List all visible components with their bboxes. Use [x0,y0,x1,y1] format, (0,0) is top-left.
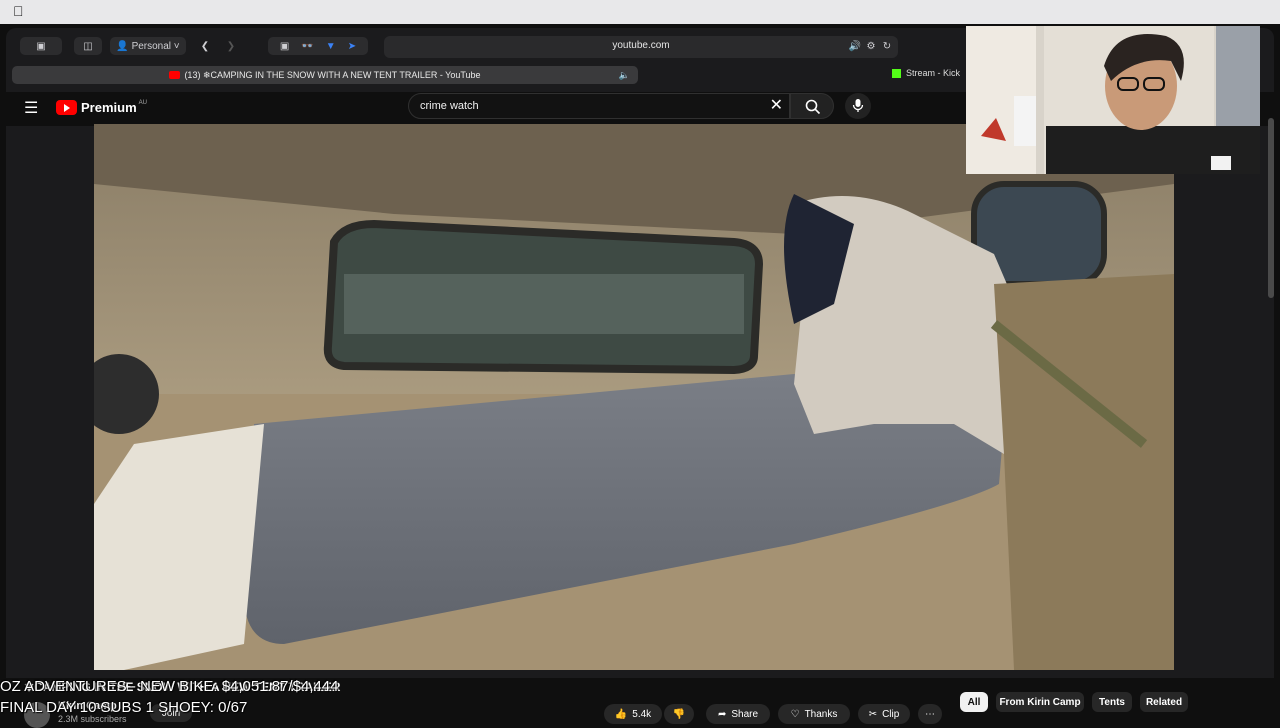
clip-label: Clip [882,708,900,720]
search-button[interactable] [790,93,834,119]
extensions-group: ▣ 👓 ▼ ➤ [268,37,368,55]
microphone-icon [852,99,864,112]
share-button[interactable]: ➦ Share [706,704,770,724]
dislike-button[interactable]: 👎 [664,704,694,724]
tab-overview-button[interactable]: ▣ [20,37,62,55]
youtube-favicon-icon [169,71,181,79]
more-actions-icon[interactable]: ⋯ [918,704,942,724]
share-icon: ➦ [717,708,727,720]
tab-title-kick: Stream - Kick [906,68,961,78]
chip-related[interactable]: Related [1140,692,1188,712]
chip-label: Related [1145,696,1183,708]
region-label: AU [138,99,147,106]
tab-youtube[interactable]: (13) ❄CAMPING IN THE SNOW WITH A NEW TEN… [12,66,638,84]
extension-icon[interactable]: ▣ [280,41,289,52]
sidebar-toggle-icon[interactable]: ◫ [74,37,102,55]
clip-button[interactable]: ✂ Clip [858,704,910,724]
thanks-button[interactable]: ♡ Thanks [778,704,850,724]
url-text: youtube.com [612,40,670,51]
clear-search-icon[interactable]: ✕ [770,94,783,118]
page-scrollbar[interactable] [1268,118,1274,298]
thumbs-up-icon: 👍 [614,708,628,720]
chip-label: Tents [1099,696,1125,708]
thumbs-down-icon: 👎 [672,708,686,720]
stream-overlay-subs: FINAL DAY 10 SUBS 1 SHOEY: 0/67 [0,699,248,716]
voice-search-button[interactable] [845,93,871,119]
share-label: Share [731,708,759,720]
audio-icon[interactable]: 🔊 [848,37,862,55]
speaker-icon[interactable]: 🔈 [619,70,630,81]
arrow-extension-icon[interactable]: ➤ [348,41,356,52]
youtube-premium-logo[interactable]: Premium AU [56,100,147,115]
webcam-overlay [966,26,1260,174]
logo-text: Premium [81,100,137,115]
profile-label: Personal [131,40,172,52]
glasses-icon[interactable]: 👓 [301,41,313,52]
thanks-icon: ♡ [790,708,800,720]
scissors-icon: ✂ [868,708,878,720]
like-count: 5.4k [632,708,652,720]
thanks-label: Thanks [804,708,838,720]
video-player[interactable] [94,124,1174,670]
back-icon[interactable]: ❮ [194,37,216,55]
like-button[interactable]: 👍 5.4k [604,704,662,724]
stream-overlay-goal: OZ ADVENTURES - NEW BIKE: $4,051.87/$4,4… [0,678,339,695]
shield-icon[interactable]: ▼ [326,41,336,52]
person-icon: 👤 [116,40,132,52]
chevron-down-icon: ˅ [171,40,180,52]
tab-kick[interactable]: Stream - Kick [892,68,960,78]
chip-all[interactable]: All [960,692,988,712]
tab-title: (13) ❄CAMPING IN THE SNOW WITH A NEW TEN… [184,69,481,80]
chip-label: From Kirin Camp [999,696,1081,708]
webcam-image [966,26,1260,174]
translate-icon[interactable]: ⚙ [864,37,878,55]
kick-favicon-icon [892,68,901,78]
search-input[interactable]: crime watch ✕ [408,93,790,119]
apple-icon[interactable]:  [13,3,24,19]
search-value: crime watch [420,100,479,112]
profile-button[interactable]: 👤 Personal ˅ [110,37,186,55]
reload-icon[interactable]: ↻ [880,37,894,55]
hamburger-menu-icon[interactable]: ☰ [24,98,38,118]
chip-label: All [967,696,981,708]
address-bar[interactable]: youtube.com [384,36,898,58]
chip-tents[interactable]: Tents [1092,692,1132,712]
forward-icon[interactable]: ❯ [220,37,242,55]
macos-menu-bar:  [0,0,1280,24]
youtube-logo-icon [56,100,77,115]
video-frame-image [94,124,1174,670]
chip-from-channel[interactable]: From Kirin Camp [996,692,1084,712]
search-icon [805,99,821,115]
